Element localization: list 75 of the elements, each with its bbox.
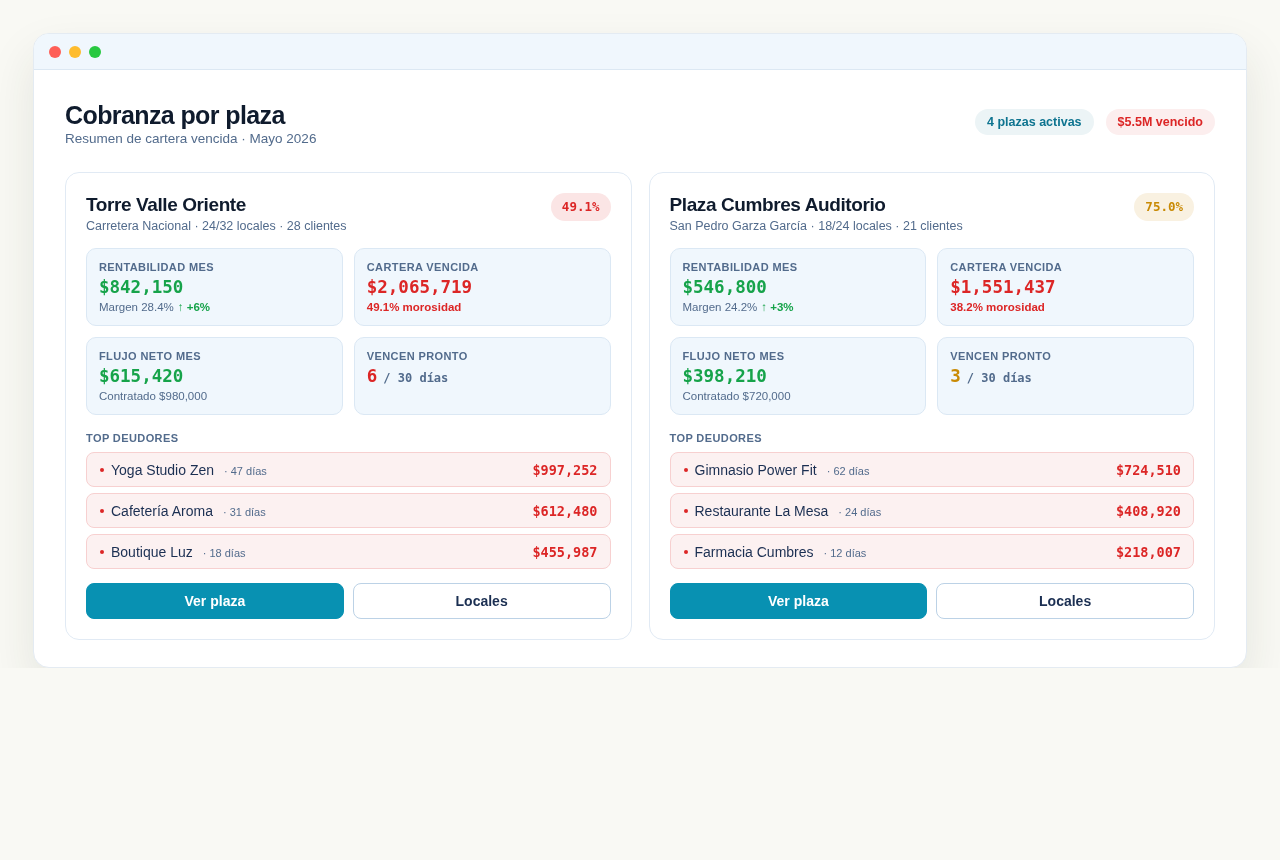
- minimize-icon[interactable]: [69, 45, 81, 58]
- debtor-amount: $455,987: [532, 543, 598, 560]
- units-button[interactable]: Locales: [936, 583, 1194, 619]
- count-value: 3: [950, 365, 961, 388]
- debtor-row[interactable]: Boutique Luz · 18 días $455,987: [86, 534, 611, 569]
- metric-value: $2,065,719: [366, 276, 474, 299]
- view-plaza-button[interactable]: Ver plaza: [86, 583, 344, 619]
- summary-badge: $5.5M vencido: [1105, 109, 1215, 135]
- view-plaza-button[interactable]: Ver plaza: [669, 583, 928, 619]
- debtor-row[interactable]: Yoga Studio Zen · 47 días $997,252: [86, 452, 611, 487]
- metric-note: 38.2% morosidad: [950, 300, 1045, 315]
- debtor-amount: $408,920: [1115, 502, 1181, 519]
- debtor-name: Farmacia Cumbres: [694, 543, 814, 560]
- trend-label: ↑ +3%: [761, 300, 794, 315]
- debtor-row[interactable]: Restaurante La Mesa · 24 días $408,920: [669, 493, 1194, 528]
- metric-value: $615,420: [99, 365, 185, 388]
- debtor-days: · 62 días: [826, 464, 870, 477]
- metric-label: RENTABILIDAD MES: [99, 260, 215, 274]
- page-subtitle: Resumen de cartera vencida · Mayo 2026: [65, 130, 317, 148]
- debtor-days: · 24 días: [838, 505, 882, 518]
- metric-label: VENCEN PRONTO: [950, 349, 1053, 363]
- debtor-name: Boutique Luz: [111, 543, 193, 560]
- summary-badge: 4 plazas activas: [975, 109, 1094, 135]
- debtor-amount: $724,510: [1115, 461, 1181, 478]
- bullet-dot-icon: [100, 467, 104, 472]
- rate-pill: 75.0%: [1134, 193, 1194, 221]
- plaza-name: Torre Valle Oriente: [86, 193, 247, 217]
- metric-label: FLUJO NETO MES: [99, 349, 202, 363]
- page-title: Cobranza por plaza: [65, 100, 287, 130]
- section-label: TOP DEUDORES: [669, 431, 763, 445]
- debtor-days: · 31 días: [222, 505, 266, 518]
- metric-label: FLUJO NETO MES: [682, 349, 786, 363]
- metric-value: $842,150: [99, 276, 185, 299]
- debtor-row[interactable]: Gimnasio Power Fit · 62 días $724,510: [669, 452, 1194, 487]
- metric-value: $398,210: [682, 365, 768, 388]
- debtor-days: · 12 días: [823, 546, 867, 559]
- bullet-dot-icon: [100, 508, 104, 513]
- count-unit: / 30 días: [966, 371, 1032, 385]
- debtor-name: Gimnasio Power Fit: [694, 461, 817, 478]
- debtor-name: Restaurante La Mesa: [694, 502, 829, 519]
- bullet-dot-icon: [683, 467, 688, 472]
- metric-value: $546,800: [682, 276, 768, 299]
- debtor-days: · 18 días: [202, 546, 246, 559]
- metric-label: VENCEN PRONTO: [366, 349, 469, 363]
- maximize-icon[interactable]: [89, 45, 101, 58]
- debtor-row[interactable]: Farmacia Cumbres · 12 días $218,007: [669, 534, 1194, 569]
- debtor-amount: $218,007: [1115, 543, 1181, 560]
- units-button[interactable]: Locales: [352, 583, 611, 619]
- debtor-amount: $997,252: [532, 461, 598, 478]
- metric-note: Margen 28.4%: [99, 300, 174, 315]
- metric-note: Contratado $720,000: [682, 389, 791, 404]
- metric-label: CARTERA VENCIDA: [366, 260, 480, 274]
- count-unit: / 30 días: [383, 371, 449, 385]
- metric-label: RENTABILIDAD MES: [682, 260, 799, 274]
- metric-label: CARTERA VENCIDA: [950, 260, 1064, 274]
- count-value: 6: [366, 365, 378, 388]
- debtor-days: · 47 días: [224, 464, 267, 477]
- metric-value: $1,551,437: [950, 276, 1057, 299]
- bullet-dot-icon: [100, 549, 104, 554]
- close-icon[interactable]: [49, 45, 61, 58]
- section-label: TOP DEUDORES: [86, 431, 180, 445]
- plaza-name: Plaza Cumbres Auditorio: [669, 193, 887, 217]
- bullet-dot-icon: [683, 508, 688, 513]
- trend-label: ↑ +6%: [177, 300, 211, 315]
- rate-pill: 49.1%: [550, 193, 611, 221]
- debtor-name: Yoga Studio Zen: [111, 461, 214, 478]
- debtor-name: Cafetería Aroma: [111, 502, 213, 519]
- debtor-amount: $612,480: [532, 502, 598, 519]
- plaza-details: San Pedro Garza García · 18/24 locales · 21 clientes: [669, 218, 963, 234]
- metric-note: Margen 24.2%: [682, 300, 758, 315]
- plaza-details: Carretera Nacional · 24/32 locales · 28 clientes: [86, 218, 347, 234]
- bullet-dot-icon: [683, 549, 688, 554]
- debtor-row[interactable]: Cafetería Aroma · 31 días $612,480: [86, 493, 611, 528]
- metric-note: 49.1% morosidad: [366, 300, 462, 315]
- metric-note: Contratado $980,000: [99, 389, 208, 404]
